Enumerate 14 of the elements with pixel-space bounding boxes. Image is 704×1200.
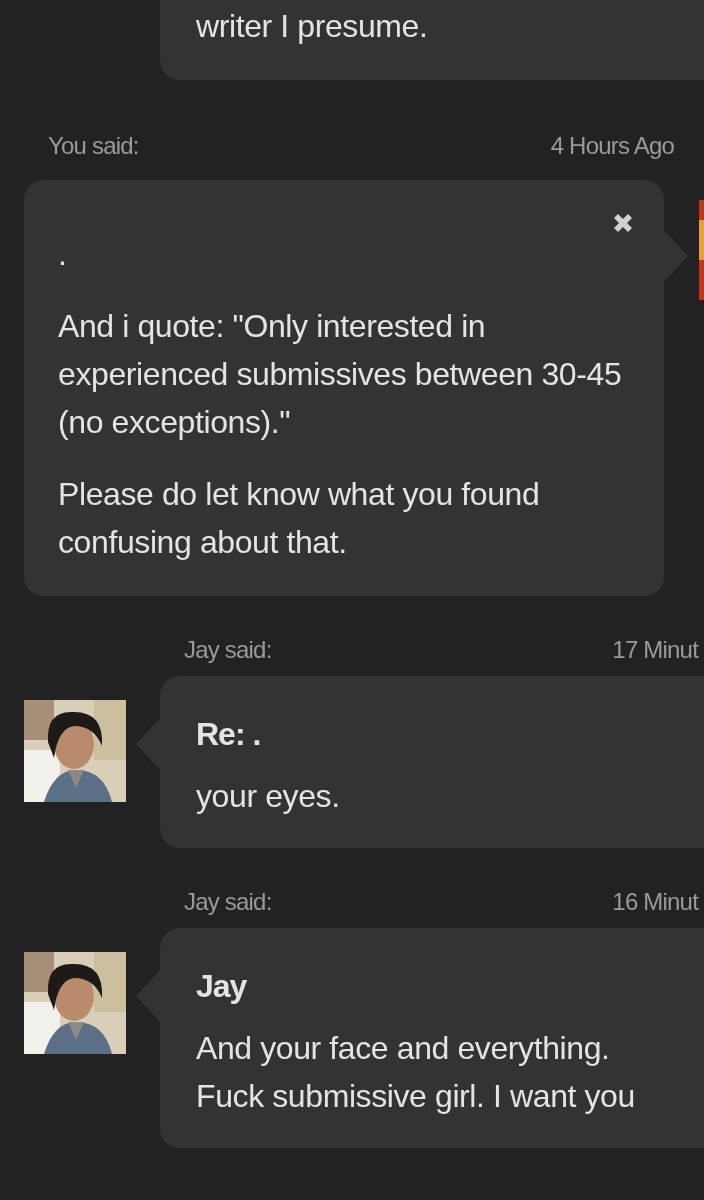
author-label: Jay said: (184, 887, 272, 917)
author-label: You said: (48, 131, 139, 161)
message-subject: . (58, 235, 68, 274)
author-label: Jay said: (184, 635, 272, 665)
timestamp: 4 Hours Ago (550, 131, 674, 161)
message-subject: Re: . (196, 715, 262, 754)
timestamp: 16 Minut (612, 887, 698, 917)
message-text: And your face and everything. Fuck submissive girl. I want you (196, 1029, 636, 1116)
message-text: your eyes. (196, 777, 341, 816)
message-subject: Jay (196, 967, 248, 1006)
message-text: Please do let know what you found confusing about that. (58, 475, 541, 562)
message-text: writer I presume. (196, 7, 429, 46)
timestamp: 17 Minut (612, 635, 698, 665)
message-text: And i quote: "Only interested in experienced submissives between 30-45 (no exceptions)." (58, 307, 623, 442)
